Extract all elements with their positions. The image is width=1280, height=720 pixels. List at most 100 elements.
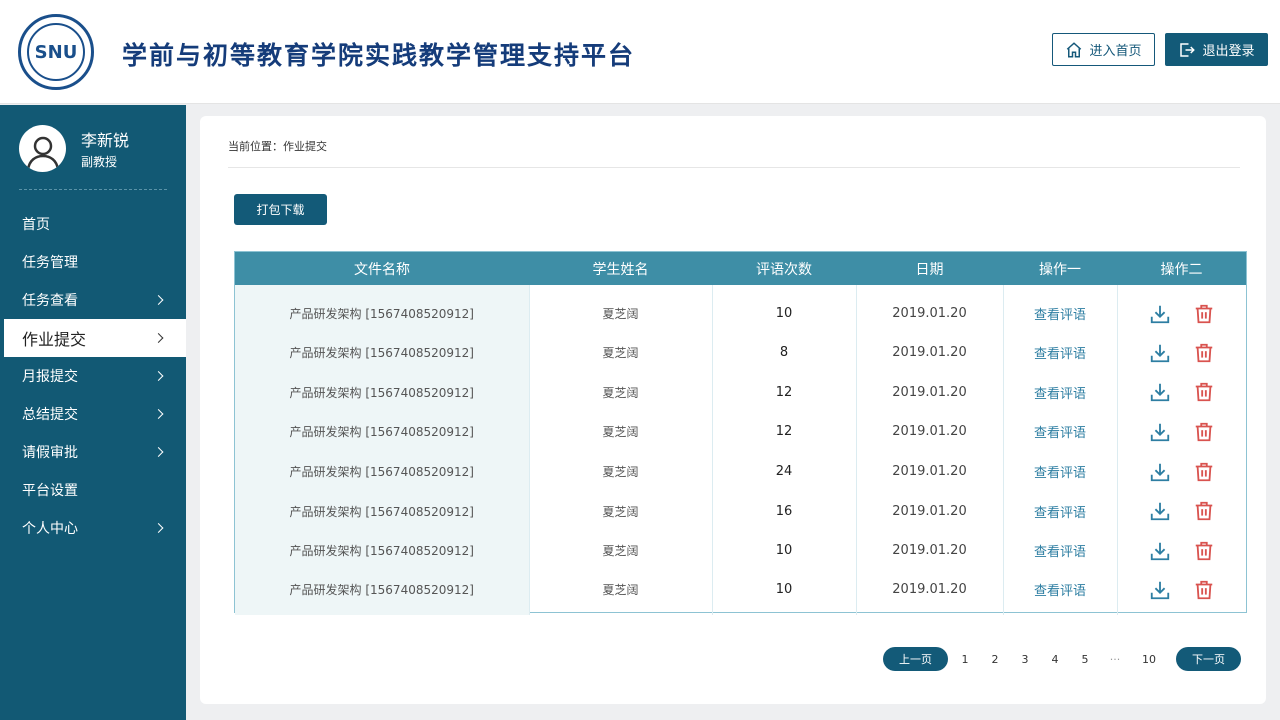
sidebar-item-leave-approval[interactable]: 请假审批 — [0, 433, 186, 471]
trash-icon[interactable] — [1193, 381, 1215, 403]
student-name-cell: 夏芝阔 — [529, 570, 713, 615]
file-name-cell: 产品研发架构 [1567408520912] — [235, 491, 530, 531]
page-ellipsis: ··· — [1109, 652, 1121, 666]
chevron-right-icon — [153, 371, 164, 381]
top-header: SNU 学前与初等教育学院实践教学管理支持平台 进入首页 退出登录 — [0, 0, 1280, 104]
column-header[interactable]: 日期 — [856, 252, 1003, 285]
view-comments-link[interactable]: 查看评语 — [1034, 506, 1086, 521]
action-one-cell: 查看评语 — [1003, 530, 1118, 571]
sidebar-divider — [19, 189, 167, 190]
breadcrumb-divider — [228, 167, 1240, 168]
home-icon — [1067, 41, 1082, 57]
column-header[interactable]: 文件名称 — [235, 252, 529, 285]
student-name-cell: 夏芝阔 — [529, 412, 713, 452]
file-name-cell: 产品研发架构 [1567408520912] — [235, 333, 530, 373]
action-two-cell — [1117, 571, 1246, 615]
home-button[interactable]: 进入首页 — [1052, 33, 1155, 66]
page-number[interactable]: 2 — [980, 653, 1010, 666]
sidebar-item-label: 首页 — [22, 217, 50, 233]
comment-count-cell: 16 — [712, 491, 857, 531]
pack-download-button[interactable]: 打包下载 — [234, 194, 327, 225]
comment-count-cell: 8 — [712, 333, 857, 373]
trash-icon[interactable] — [1193, 342, 1215, 364]
trash-icon[interactable] — [1193, 303, 1215, 325]
comment-count-cell: 10 — [712, 285, 857, 333]
sidebar-item-monthly-report[interactable]: 月报提交 — [0, 357, 186, 395]
sidebar-item-home[interactable]: 首页 — [0, 205, 186, 243]
column-header[interactable]: 评语次数 — [712, 252, 856, 285]
user-name: 李新锐 — [81, 131, 130, 150]
view-comments-link[interactable]: 查看评语 — [1034, 466, 1086, 481]
column-header[interactable]: 学生姓名 — [529, 252, 712, 285]
date-cell: 2019.01.20 — [856, 285, 1004, 333]
table-row: 产品研发架构 [1567408520912] 夏芝阔 24 2019.01.20 查看评… — [235, 451, 1246, 492]
download-icon[interactable] — [1149, 579, 1171, 601]
user-role: 副教授 — [81, 155, 118, 169]
view-comments-link[interactable]: 查看评语 — [1034, 387, 1086, 402]
student-name-cell: 夏芝阔 — [529, 372, 713, 413]
download-icon[interactable] — [1149, 461, 1171, 483]
sidebar-item-label: 任务管理 — [22, 255, 78, 271]
sidebar-item-homework-submit[interactable]: 作业提交 — [4, 319, 186, 357]
home-button-label: 进入首页 — [1089, 44, 1142, 59]
table-header-row: 文件名称 学生姓名 评语次数 日期 操作一 操作二 — [235, 252, 1246, 285]
breadcrumb: 当前位置：作业提交 — [228, 140, 327, 153]
trash-icon[interactable] — [1193, 461, 1215, 483]
table-row: 产品研发架构 [1567408520912] 夏芝阔 12 2019.01.20 查看评… — [235, 372, 1246, 413]
action-two-cell — [1117, 531, 1246, 571]
download-icon[interactable] — [1149, 421, 1171, 443]
student-name-cell: 夏芝阔 — [529, 530, 713, 571]
date-cell: 2019.01.20 — [856, 412, 1004, 452]
page-number[interactable]: 5 — [1070, 653, 1100, 666]
page-number[interactable]: 3 — [1010, 653, 1040, 666]
sidebar-item-label: 任务查看 — [22, 293, 78, 309]
view-comments-link[interactable]: 查看评语 — [1034, 584, 1086, 599]
logout-icon — [1180, 42, 1196, 57]
date-cell: 2019.01.20 — [856, 372, 1004, 413]
action-two-cell — [1117, 285, 1246, 333]
download-icon[interactable] — [1149, 540, 1171, 562]
download-icon[interactable] — [1149, 303, 1171, 325]
sidebar-item-task-management[interactable]: 任务管理 — [0, 243, 186, 281]
student-name-cell: 夏芝阔 — [529, 285, 713, 333]
page-number[interactable]: 10 — [1130, 653, 1168, 666]
trash-icon[interactable] — [1193, 579, 1215, 601]
page-number[interactable]: 1 — [950, 653, 980, 666]
trash-icon[interactable] — [1193, 540, 1215, 562]
action-one-cell: 查看评语 — [1003, 491, 1118, 531]
university-logo: SNU — [18, 14, 94, 90]
trash-icon[interactable] — [1193, 500, 1215, 522]
view-comments-link[interactable]: 查看评语 — [1034, 308, 1086, 323]
sidebar-item-personal-center[interactable]: 个人中心 — [0, 509, 186, 547]
download-icon[interactable] — [1149, 500, 1171, 522]
download-icon[interactable] — [1149, 381, 1171, 403]
logout-button[interactable]: 退出登录 — [1165, 33, 1268, 66]
view-comments-link[interactable]: 查看评语 — [1034, 426, 1086, 441]
next-page-button[interactable]: 下一页 — [1176, 647, 1241, 671]
view-comments-link[interactable]: 查看评语 — [1034, 347, 1086, 362]
logout-button-label: 退出登录 — [1202, 44, 1255, 59]
table-row: 产品研发架构 [1567408520912] 夏芝阔 16 2019.01.20 查看评… — [235, 491, 1246, 531]
date-cell: 2019.01.20 — [856, 530, 1004, 571]
user-icon — [26, 136, 59, 171]
site-title: 学前与初等教育学院实践教学管理支持平台 — [122, 41, 636, 70]
avatar[interactable] — [19, 125, 66, 172]
sidebar-item-summary-submit[interactable]: 总结提交 — [0, 395, 186, 433]
chevron-right-icon — [153, 447, 164, 457]
column-header: 操作二 — [1117, 252, 1246, 285]
trash-icon[interactable] — [1193, 421, 1215, 443]
chevron-right-icon — [153, 333, 164, 343]
prev-page-button[interactable]: 上一页 — [883, 647, 948, 671]
sidebar-item-label: 平台设置 — [22, 483, 78, 499]
action-two-cell — [1117, 333, 1246, 373]
sidebar-item-task-view[interactable]: 任务查看 — [0, 281, 186, 319]
action-one-cell: 查看评语 — [1003, 570, 1118, 615]
comment-count-cell: 10 — [712, 570, 857, 615]
table-row: 产品研发架构 [1567408520912] 夏芝阔 10 2019.01.20 查看评… — [235, 570, 1246, 615]
view-comments-link[interactable]: 查看评语 — [1034, 545, 1086, 560]
date-cell: 2019.01.20 — [856, 491, 1004, 531]
download-icon[interactable] — [1149, 342, 1171, 364]
action-two-cell — [1117, 373, 1246, 413]
page-number[interactable]: 4 — [1040, 653, 1070, 666]
sidebar-item-platform-settings[interactable]: 平台设置 — [0, 471, 186, 509]
